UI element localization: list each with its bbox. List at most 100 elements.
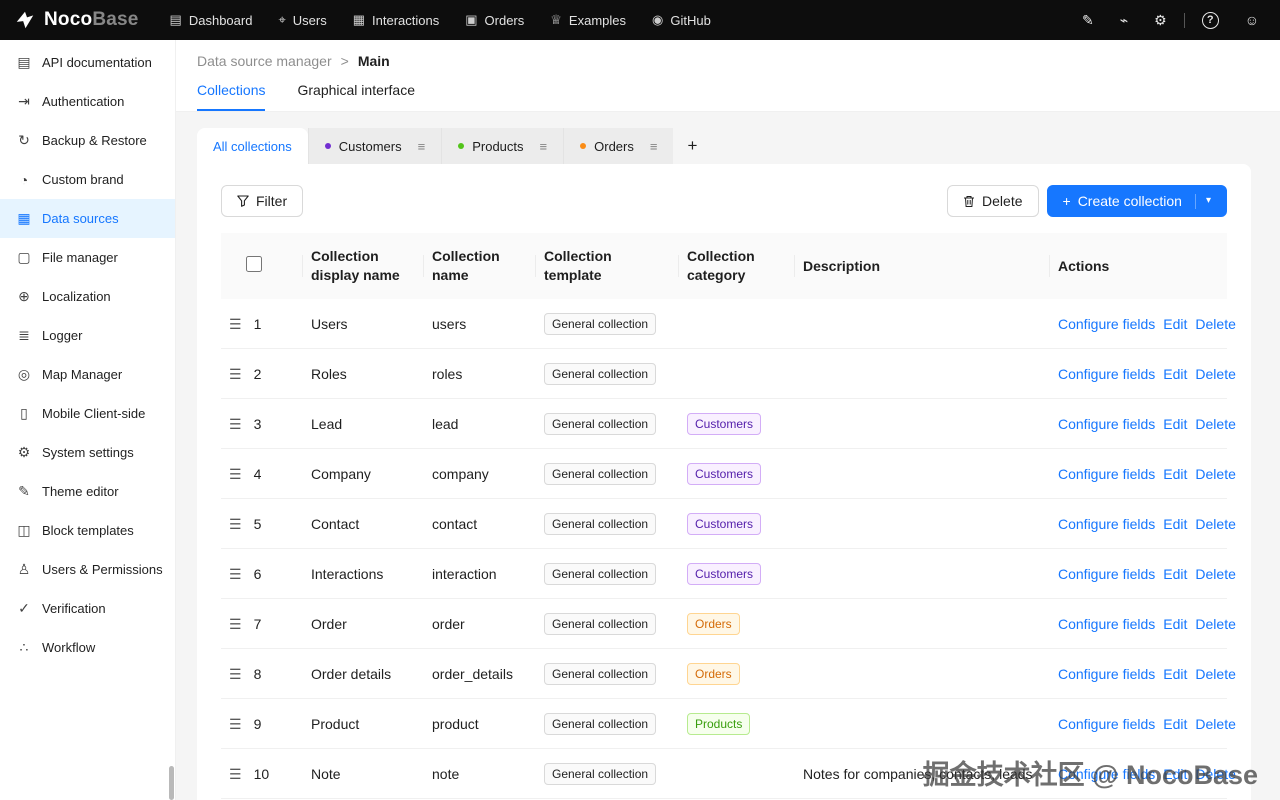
action-configure-fields[interactable]: Configure fields [1058,366,1155,382]
drag-handle-icon[interactable]: ☰ [229,563,242,585]
nav-item-examples[interactable]: ♕Examples [537,0,639,40]
tab-collections[interactable]: Collections [197,82,265,111]
tab-graphical-interface[interactable]: Graphical interface [297,82,415,111]
action-configure-fields[interactable]: Configure fields [1058,566,1155,582]
drag-handle-icon[interactable]: ☰ [229,663,242,685]
action-edit[interactable]: Edit [1163,366,1187,382]
action-edit[interactable]: Edit [1163,516,1187,532]
action-delete[interactable]: Delete [1195,766,1235,782]
select-all-checkbox[interactable] [246,256,262,272]
action-delete[interactable]: Delete [1195,366,1235,382]
collection-tab-label: All collections [213,139,292,154]
add-collection-tab-button[interactable]: + [673,128,711,164]
action-configure-fields[interactable]: Configure fields [1058,466,1155,482]
drag-handle-icon[interactable]: ☰ [229,313,242,335]
action-configure-fields[interactable]: Configure fields [1058,516,1155,532]
action-edit[interactable]: Edit [1163,416,1187,432]
drag-handle-icon[interactable]: ☰ [229,463,242,485]
cell-category: Products [679,699,795,749]
drag-handle-icon[interactable]: ☰ [229,613,242,635]
nav-item-dashboard[interactable]: ▤Dashboard [157,0,266,40]
cell-select: ☰2 [221,349,303,399]
sidebar-item-system-settings[interactable]: ⚙System settings [0,433,175,472]
settings-gear-icon[interactable]: ⚙ [1141,0,1180,40]
sidebar-item-file-manager[interactable]: ▢File manager [0,238,175,277]
collection-tab-products[interactable]: Products≡ [441,128,563,164]
sidebar-item-users-permissions[interactable]: ♙Users & Permissions [0,550,175,589]
action-edit[interactable]: Edit [1163,566,1187,582]
row-index: 5 [254,513,262,535]
sidebar-item-authentication[interactable]: ⇥Authentication [0,82,175,121]
nav-item-users[interactable]: ⌖Users [265,0,339,40]
action-edit[interactable]: Edit [1163,466,1187,482]
drag-handle-icon[interactable]: ☰ [229,763,242,785]
action-delete[interactable]: Delete [1195,666,1235,682]
sidebar-scrollbar-thumb[interactable] [169,766,174,800]
action-configure-fields[interactable]: Configure fields [1058,766,1155,782]
action-configure-fields[interactable]: Configure fields [1058,666,1155,682]
action-configure-fields[interactable]: Configure fields [1058,416,1155,432]
nocobase-brand[interactable]: NocoBase [0,9,157,31]
action-delete[interactable]: Delete [1195,416,1235,432]
collection-tab-all-collections[interactable]: All collections [197,128,308,164]
action-delete[interactable]: Delete [1195,516,1235,532]
collection-tab-orders[interactable]: Orders≡ [563,128,673,164]
tab-menu-icon[interactable]: ≡ [650,139,658,154]
user-profile-icon[interactable]: ☺ [1232,0,1272,40]
action-edit[interactable]: Edit [1163,316,1187,332]
collection-tab-customers[interactable]: Customers≡ [308,128,441,164]
sidebar-item-backup-restore[interactable]: ↻Backup & Restore [0,121,175,160]
filter-button[interactable]: Filter [221,185,303,217]
action-delete[interactable]: Delete [1195,716,1235,732]
drag-handle-icon[interactable]: ☰ [229,713,242,735]
action-edit[interactable]: Edit [1163,616,1187,632]
orders-icon: ▣ [465,12,477,28]
row-index: 2 [254,363,262,385]
ui-editor-highlighter-icon[interactable]: ✎ [1069,0,1107,40]
action-edit[interactable]: Edit [1163,716,1187,732]
create-collection-button[interactable]: + Create collection ▾ [1047,185,1228,217]
action-configure-fields[interactable]: Configure fields [1058,316,1155,332]
tab-menu-icon[interactable]: ≡ [540,139,548,154]
action-delete[interactable]: Delete [1195,316,1235,332]
action-configure-fields[interactable]: Configure fields [1058,716,1155,732]
breadcrumb-section[interactable]: Data source manager [197,53,332,69]
action-delete[interactable]: Delete [1195,616,1235,632]
sidebar-item-theme-editor[interactable]: ✎Theme editor [0,472,175,511]
cell-display-name: Interactions [303,549,424,599]
sidebar-item-localization[interactable]: ⊕Localization [0,277,175,316]
drag-handle-icon[interactable]: ☰ [229,513,242,535]
delete-button[interactable]: Delete [947,185,1038,217]
collection-template-tag: General collection [544,463,656,485]
sidebar-item-mobile-client-side[interactable]: ▯Mobile Client-side [0,394,175,433]
action-delete[interactable]: Delete [1195,566,1235,582]
sidebar-item-block-templates[interactable]: ◫Block templates [0,511,175,550]
help-icon[interactable]: ? [1189,0,1232,40]
sidebar-item-map-manager[interactable]: ◎Map Manager [0,355,175,394]
action-delete[interactable]: Delete [1195,466,1235,482]
sidebar-item-api-documentation[interactable]: ▤API documentation [0,43,175,82]
sidebar-items: ▤API documentation⇥Authentication↻Backup… [0,43,175,667]
drag-handle-icon[interactable]: ☰ [229,363,242,385]
nav-item-interactions[interactable]: ▦Interactions [340,0,453,40]
drag-handle-icon[interactable]: ☰ [229,413,242,435]
cell-select: ☰4 [221,449,303,499]
cell-template: General collection [536,599,679,649]
sidebar-item-data-sources[interactable]: ▦Data sources [0,199,175,238]
tab-menu-icon[interactable]: ≡ [418,139,426,154]
sidebar-item-verification[interactable]: ✓Verification [0,589,175,628]
sidebar-item-logger[interactable]: ≣Logger [0,316,175,355]
collection-category-tag: Customers [687,413,761,435]
plugin-manager-icon[interactable]: ⌁ [1107,0,1141,40]
sidebar-item-custom-brand[interactable]: ◔Custom brand [0,160,175,199]
nav-item-label: Users [293,13,327,28]
action-edit[interactable]: Edit [1163,766,1187,782]
action-edit[interactable]: Edit [1163,666,1187,682]
action-configure-fields[interactable]: Configure fields [1058,616,1155,632]
nav-item-github[interactable]: ◉GitHub [639,0,724,40]
collection-template-tag: General collection [544,563,656,585]
collection-category-tag: Customers [687,463,761,485]
navbar-right-icons: ✎⌁⚙?☺ [1069,0,1280,40]
sidebar-item-workflow[interactable]: ∴Workflow [0,628,175,667]
nav-item-orders[interactable]: ▣Orders [452,0,537,40]
